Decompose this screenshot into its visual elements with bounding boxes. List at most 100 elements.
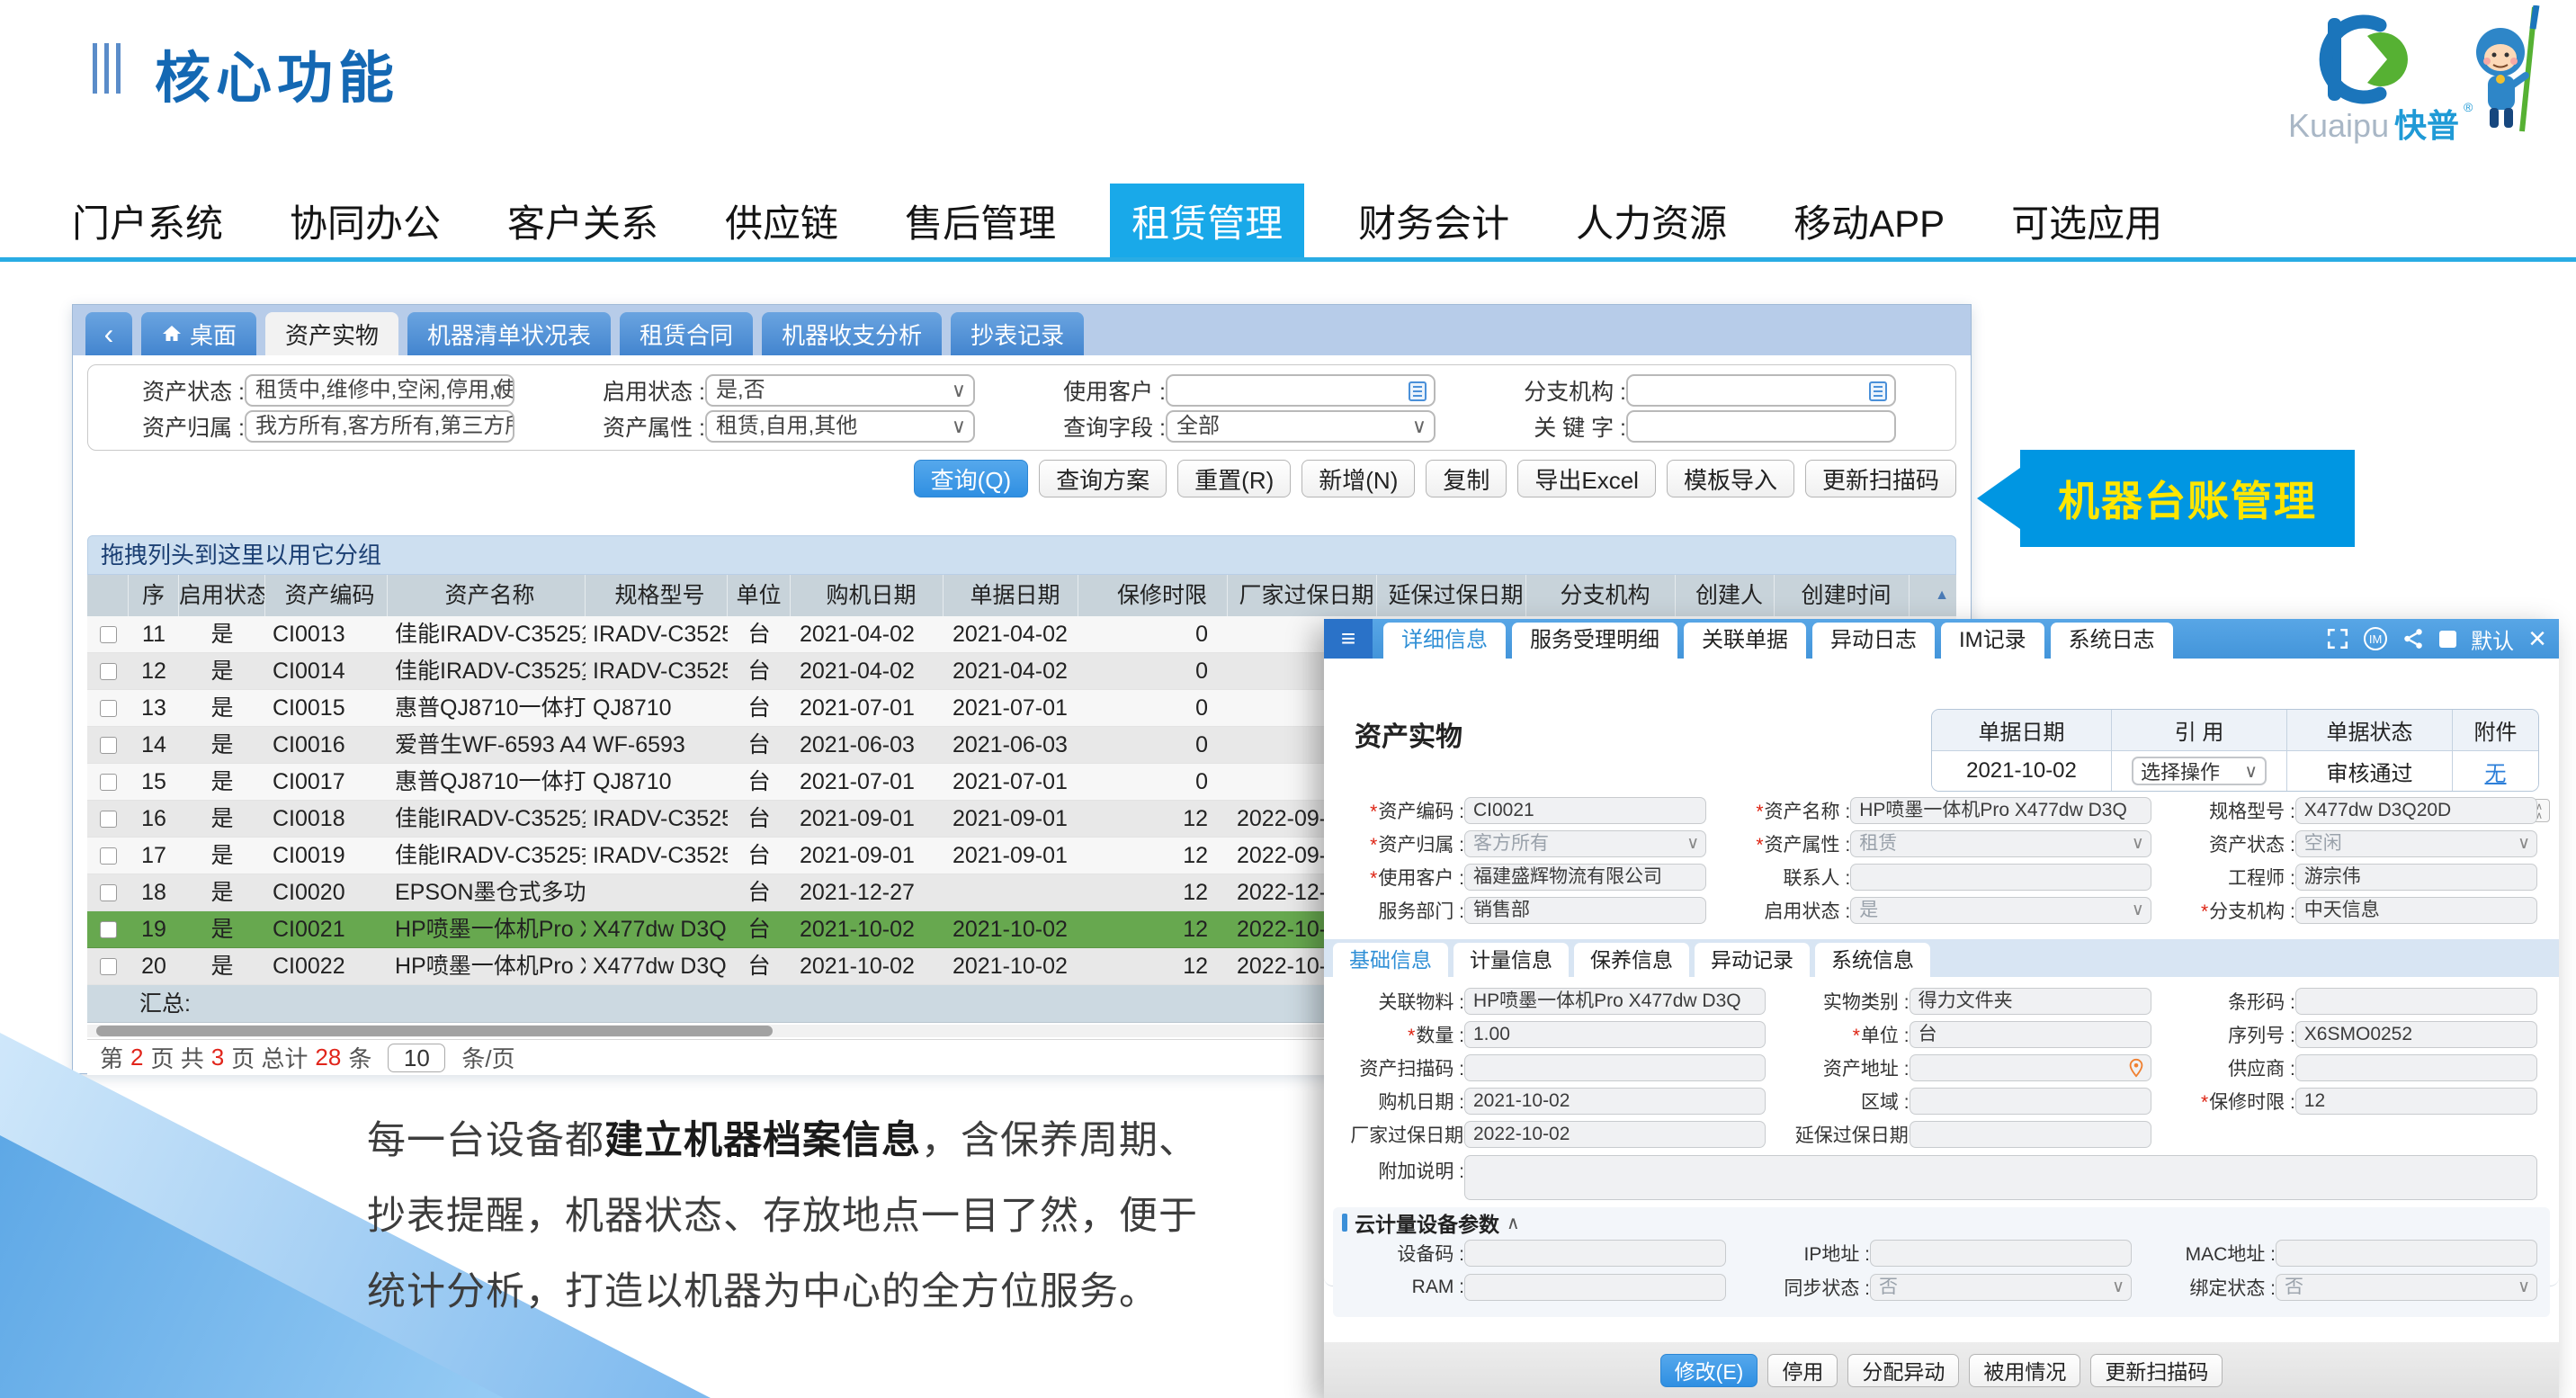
scrollbar-thumb[interactable] [96,1026,773,1036]
column-header[interactable]: 创建人 [1676,575,1775,616]
row-checkbox[interactable] [100,847,117,865]
detail-subtab[interactable]: 保养信息 [1574,943,1689,977]
detail-footer-button[interactable]: 修改(E) [1660,1354,1758,1387]
form-input[interactable]: 中天信息 ∨ [2295,897,2537,924]
reference-select[interactable]: 选择操作 ∨ [2132,757,2267,785]
nav-item[interactable]: 人力资源 [1576,193,1727,248]
query-field-select[interactable]: 全部∨ [1166,410,1436,443]
group-drop-bar[interactable]: 拖拽列头到这里以用它分组 [87,535,1956,575]
column-header[interactable]: 厂家过保日期 [1228,575,1377,616]
nav-item[interactable]: 租赁管理 [1110,184,1304,257]
form-input[interactable]: 是 ∨ [1850,897,2151,924]
form-input[interactable]: X477dw D3Q20D ∨ [2295,797,2537,824]
tab-lease-contract[interactable]: 租赁合同 [620,312,753,355]
toolbar-button[interactable]: 重置(R) [1177,460,1291,497]
column-header[interactable]: 资产名称 [388,575,586,616]
collapse-caret-icon[interactable]: ∧ [1507,1212,1520,1234]
location-pin-icon[interactable] [2126,1058,2146,1078]
menu-icon[interactable]: ≡ [1324,619,1373,659]
form-input[interactable]: 台 ∨ [1910,1021,2151,1048]
row-checkbox[interactable] [100,663,117,680]
column-header[interactable]: 保修时限 [1078,575,1228,616]
column-header[interactable]: 分支机构 [1526,575,1676,616]
note-textarea[interactable] [1464,1155,2537,1200]
form-input[interactable]: 否 ∨ [2276,1274,2537,1301]
customer-lookup-input[interactable] [1166,374,1436,407]
form-input[interactable]: HP喷墨一体机Pro X477dw D3Q ∨ [1464,988,1766,1015]
nav-item[interactable]: 门户系统 [72,193,223,248]
detail-subtab[interactable]: 系统信息 [1815,943,1930,977]
detail-tab[interactable]: 服务受理明细 [1512,623,1677,659]
form-input[interactable]: 否 ∨ [1870,1274,2132,1301]
detail-subtab[interactable]: 计量信息 [1453,943,1569,977]
detail-tab[interactable]: 详细信息 [1383,623,1506,659]
detail-tab[interactable]: 系统日志 [2051,623,2173,659]
asset-status-combo[interactable]: 租赁中,维修中,空闲,停用,使用中∨ [245,374,514,407]
column-header[interactable]: 资产编码 [265,575,388,616]
column-header[interactable]: 创建时间 [1775,575,1910,616]
row-checkbox[interactable] [100,958,117,975]
column-header[interactable]: 规格型号 [586,575,728,616]
form-input[interactable]: X6SMO0252 ∨ [2295,1021,2537,1048]
scroll-up-icon[interactable]: ▲ [1935,587,1949,604]
fullscreen-icon[interactable] [2326,627,2349,650]
toolbar-button[interactable]: 查询方案 [1039,460,1167,497]
form-input[interactable]: ∨ [1464,1054,1766,1081]
column-header[interactable]: 延保过保日期 [1377,575,1526,616]
nav-item[interactable]: 客户关系 [507,193,658,248]
column-header[interactable]: 单据日期 [944,575,1078,616]
form-input[interactable]: ∨ [1870,1240,2132,1267]
detail-subtab[interactable]: 异动记录 [1695,943,1810,977]
form-input[interactable]: 得力文件夹 ∨ [1910,988,2151,1015]
back-button[interactable]: ‹ [85,312,132,355]
detail-footer-button[interactable]: 停用 [1767,1354,1838,1387]
row-checkbox[interactable] [100,626,117,643]
nav-item[interactable]: 协同办公 [290,193,441,248]
form-input[interactable]: 客方所有 ∨ [1464,830,1706,857]
asset-ownership-combo[interactable]: 我方所有,客方所有,第三方所有... [245,410,514,443]
share-icon[interactable] [2402,627,2425,650]
row-checkbox[interactable] [100,811,117,828]
nav-item[interactable]: 供应链 [725,193,838,248]
tab-asset[interactable]: 资产实物 [265,312,398,355]
form-input[interactable]: 游宗伟 ∨ [2295,864,2537,891]
row-checkbox[interactable] [100,737,117,754]
form-input[interactable]: ∨ [1910,1121,2151,1148]
attachment-link[interactable]: 无 [2485,756,2507,787]
form-input[interactable]: HP喷墨一体机Pro X477dw D3Q ∨ [1850,797,2151,824]
toolbar-button[interactable]: 复制 [1426,460,1507,497]
list-lookup-icon[interactable] [1867,380,1889,403]
form-input[interactable]: ∨ [2276,1240,2537,1267]
detail-tab[interactable]: IM记录 [1941,623,2044,659]
form-input[interactable]: 福建盛辉物流有限公司 ∨ [1464,864,1706,891]
row-checkbox[interactable] [100,921,117,938]
column-header[interactable]: 启用状态 [179,575,265,616]
toolbar-button[interactable]: 模板导入 [1667,460,1794,497]
form-input[interactable]: ∨ [1910,1088,2151,1115]
detail-tab[interactable]: 关联单据 [1684,623,1806,659]
form-input[interactable]: 1.00 ∨ [1464,1021,1766,1048]
row-checkbox[interactable] [100,700,117,717]
select-all-cell[interactable] [87,575,129,616]
keyword-input[interactable] [1626,410,1896,443]
tab-machine-analysis[interactable]: 机器收支分析 [762,312,942,355]
toolbar-button[interactable]: 导出Excel [1517,460,1656,497]
default-checkbox[interactable] [2439,631,2456,648]
nav-item[interactable]: 售后管理 [905,193,1056,248]
form-input[interactable]: 空闲 ∨ [2295,830,2537,857]
form-input[interactable]: CI0021 ∨ [1464,797,1706,824]
close-icon[interactable]: × [2528,627,2546,650]
form-input[interactable]: ∨ [1464,1240,1726,1267]
nav-item[interactable]: 财务会计 [1358,193,1509,248]
form-input[interactable]: ∨ [1910,1054,2151,1081]
form-input[interactable]: 2021-10-02 ∨ [1464,1088,1766,1115]
detail-footer-button[interactable]: 更新扫描码 [2090,1354,2223,1387]
row-checkbox[interactable] [100,884,117,901]
enabled-status-select[interactable]: 是,否∨ [705,374,975,407]
form-input[interactable]: ∨ [1850,864,2151,891]
tab-desktop[interactable]: 桌面 [141,312,256,355]
row-checkbox[interactable] [100,774,117,791]
form-input[interactable]: 12 ∨ [2295,1088,2537,1115]
toolbar-button[interactable]: 新增(N) [1301,460,1415,497]
form-input[interactable]: 2022-10-02 ∨ [1464,1121,1766,1148]
